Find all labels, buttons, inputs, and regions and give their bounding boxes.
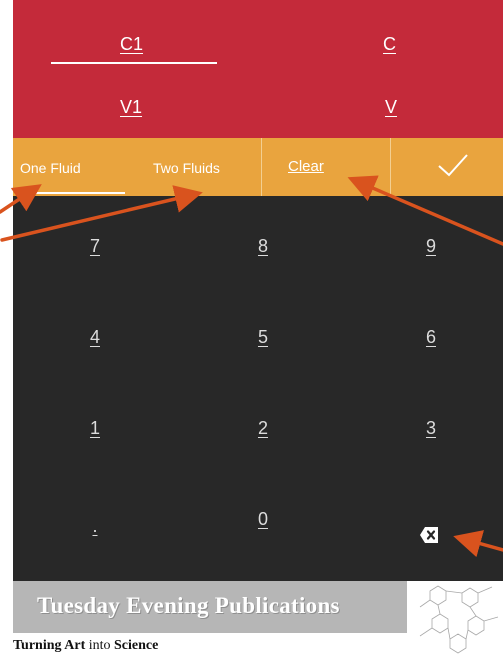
key-4[interactable]: 4 [65, 317, 125, 357]
tab-two-fluids[interactable]: Two Fluids [153, 160, 220, 176]
key-9[interactable]: 9 [401, 226, 461, 266]
c1-underline [51, 62, 217, 64]
banner-tagline: Turning Art into Science [13, 638, 158, 654]
key-0[interactable]: 0 [233, 499, 293, 539]
key-7[interactable]: 7 [65, 226, 125, 266]
keypad: 7 8 9 4 5 6 1 2 3 . 0 [13, 196, 503, 581]
divider [390, 138, 391, 196]
tagline-part-2: into [85, 638, 115, 653]
key-decimal[interactable]: . [65, 506, 125, 546]
divider [261, 138, 262, 196]
key-6[interactable]: 6 [401, 317, 461, 357]
banner-title-bar: Tuesday Evening Publications [13, 581, 407, 633]
c1-field[interactable]: C1 [120, 34, 143, 55]
key-1[interactable]: 1 [65, 408, 125, 448]
checkmark-icon[interactable] [436, 150, 470, 180]
banner-title: Tuesday Evening Publications [37, 593, 340, 618]
v-field[interactable]: V [385, 97, 397, 118]
key-5[interactable]: 5 [233, 317, 293, 357]
selected-tab-indicator [17, 192, 125, 194]
key-8[interactable]: 8 [233, 226, 293, 266]
clear-button[interactable]: Clear [288, 158, 324, 175]
variable-panel: C1 C V1 V [13, 0, 503, 138]
tagline-part-1: Turning Art [13, 638, 86, 653]
key-3[interactable]: 3 [401, 408, 461, 448]
c-field[interactable]: C [383, 34, 396, 55]
mode-bar: One Fluid Two Fluids Clear [13, 138, 503, 196]
tab-one-fluid[interactable]: One Fluid [20, 160, 81, 176]
calculator-app: C1 C V1 V One Fluid Two Fluids Clear 7 8… [13, 0, 503, 581]
tagline-part-3: Science [114, 638, 159, 653]
key-2[interactable]: 2 [233, 408, 293, 448]
publisher-banner: Tuesday Evening Publications Turning Art… [0, 581, 503, 654]
molecule-logo [419, 585, 499, 654]
backspace-icon[interactable] [416, 523, 440, 547]
v1-field[interactable]: V1 [120, 97, 142, 118]
